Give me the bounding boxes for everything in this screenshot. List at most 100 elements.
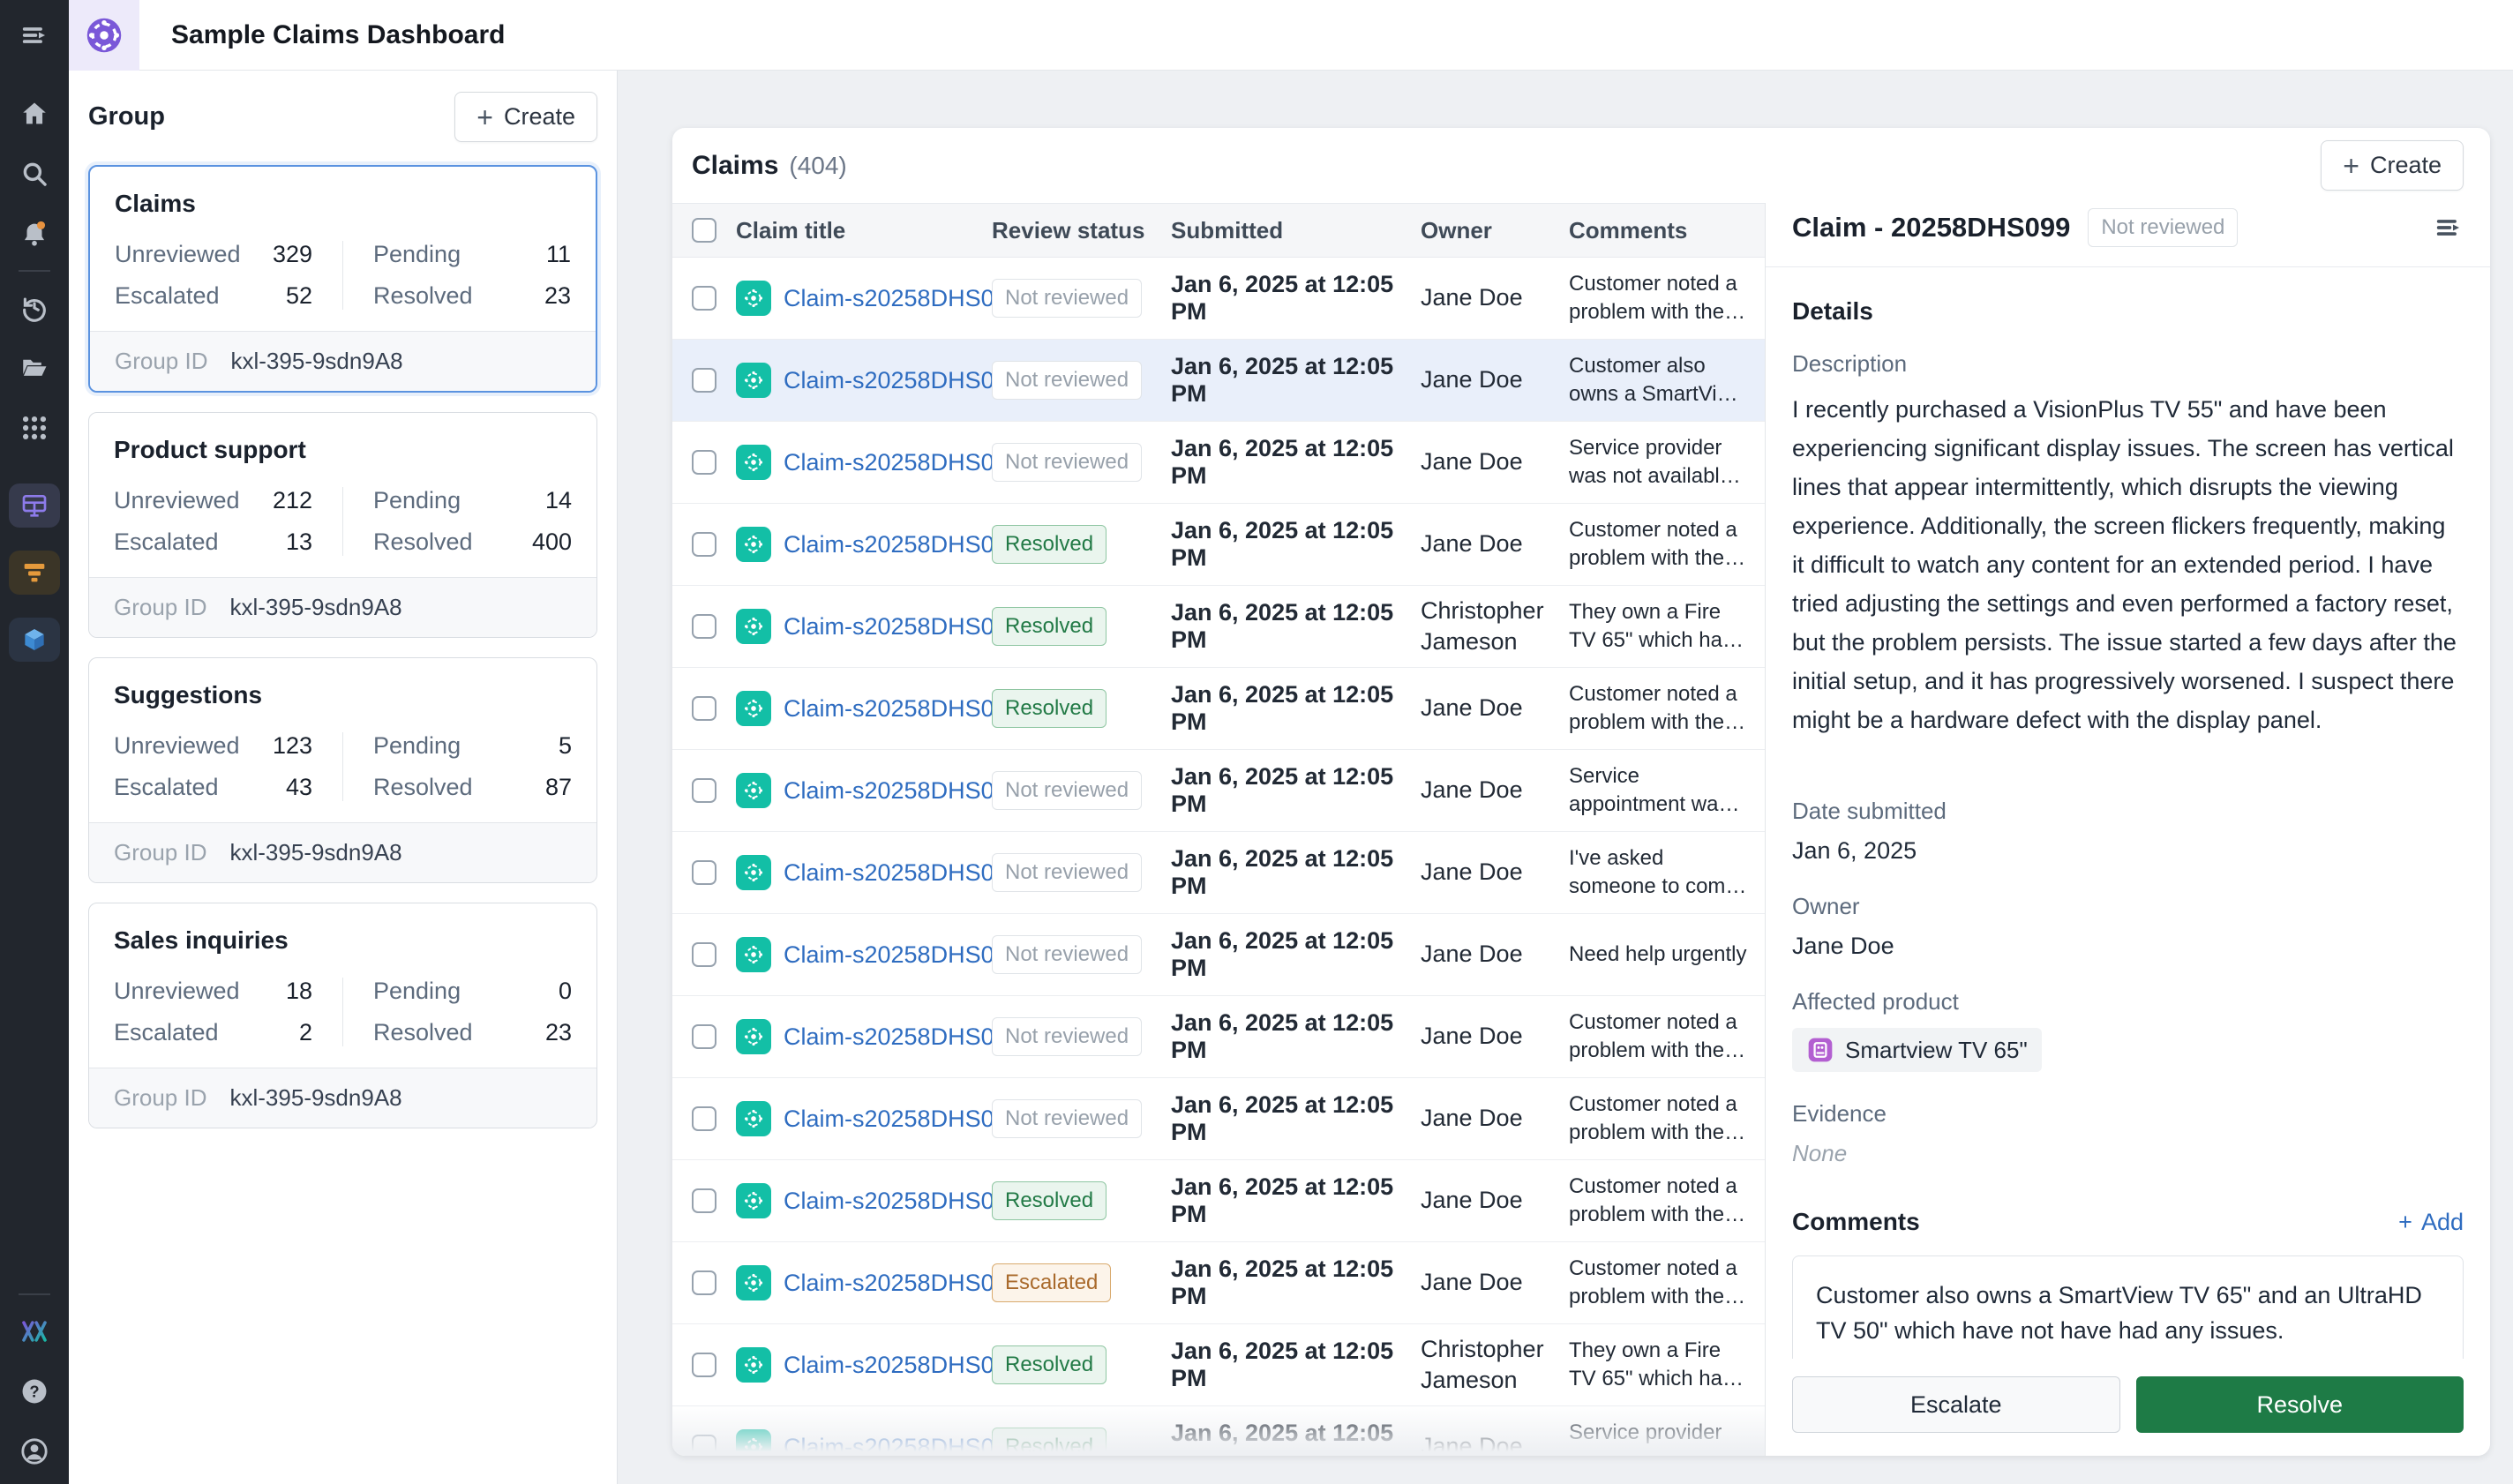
comment-cell: Customer also owns a SmartView TV 65" an… [1569, 352, 1765, 409]
claim-title-link[interactable]: Claim-s20258DHS098 [784, 613, 992, 641]
table-row[interactable]: Claim-s20258DHS098 Resolved Jan 6, 2025 … [672, 586, 1765, 668]
resolve-button[interactable]: Resolve [2136, 1376, 2464, 1433]
row-checkbox[interactable] [692, 942, 716, 967]
group-card-sales-inquiries[interactable]: Sales inquiries Unreviewed18 Escalated2 … [88, 903, 597, 1128]
claim-icon [736, 1183, 771, 1218]
table-row[interactable]: Claim-s20258DHS098 Resolved Jan 6, 2025 … [672, 1324, 1765, 1406]
claim-title-link[interactable]: Claim-s20258DHS098 [784, 285, 992, 312]
row-checkbox[interactable] [692, 1106, 716, 1131]
sidebar-toggle-icon[interactable] [14, 15, 55, 56]
stat-label: Escalated [114, 528, 219, 556]
table-row[interactable]: Claim-s20258DHS098 Not reviewed Jan 6, 2… [672, 258, 1765, 340]
files-icon[interactable] [14, 348, 55, 388]
funnel-icon[interactable] [9, 551, 60, 595]
search-icon[interactable] [14, 154, 55, 194]
claim-title-link[interactable]: Claim-s20258DHS098 [784, 1106, 992, 1133]
plus-icon: + [2343, 155, 2359, 176]
claim-title-link[interactable]: Claim-s20258DHS098 [784, 1270, 992, 1297]
account-icon[interactable] [14, 1431, 55, 1472]
row-checkbox[interactable] [692, 286, 716, 311]
table-row[interactable]: Claim-s20258DHS098 Escalated Jan 6, 2025… [672, 1242, 1765, 1324]
row-checkbox[interactable] [692, 1024, 716, 1049]
page-title: Sample Claims Dashboard [171, 20, 505, 50]
table-row-selected[interactable]: Claim-s20258DHS098 Not reviewed Jan 6, 2… [672, 340, 1765, 422]
group-card-suggestions[interactable]: Suggestions Unreviewed123 Escalated43 Pe… [88, 657, 597, 883]
claim-title-link[interactable]: Claim-s20258DHS098 [784, 859, 992, 887]
description-text: I recently purchased a VisionPlus TV 55"… [1792, 390, 2463, 739]
row-checkbox[interactable] [692, 860, 716, 885]
row-checkbox[interactable] [692, 368, 716, 393]
claims-card: Claims(404) + Create Claim title [672, 128, 2490, 1456]
row-checkbox[interactable] [692, 450, 716, 475]
dashboard-icon[interactable] [9, 483, 60, 528]
claim-icon [736, 855, 771, 890]
row-checkbox[interactable] [692, 1270, 716, 1295]
row-checkbox[interactable] [692, 696, 716, 721]
owner-cell: Jane Doe [1421, 939, 1569, 970]
table-row[interactable]: Claim-s20258DHS098 Not reviewed Jan 6, 2… [672, 750, 1765, 832]
claim-icon [736, 1429, 771, 1456]
claim-title-link[interactable]: Claim-s20258DHS098 [784, 531, 992, 558]
column-header-review-status[interactable]: Review status [992, 217, 1171, 244]
affected-product-chip[interactable]: Smartview TV 65" [1792, 1028, 2042, 1072]
row-checkbox[interactable] [692, 532, 716, 557]
row-checkbox[interactable] [692, 1188, 716, 1213]
select-all-checkbox[interactable] [692, 218, 716, 243]
claim-title-link[interactable]: Claim-s20258DHS098 [784, 1188, 992, 1215]
table-row[interactable]: Claim-s20258DHS098 Resolved Jan 6, 2025 … [672, 668, 1765, 750]
table-row[interactable]: Claim-s20258DHS098 Resolved Jan 6, 2025 … [672, 1160, 1765, 1242]
owner-cell: Jane Doe [1421, 1021, 1569, 1052]
claim-title-link[interactable]: Claim-s20258DHS098 [784, 449, 992, 476]
stat-label: Escalated [114, 774, 219, 801]
collapse-panel-icon[interactable] [2434, 213, 2464, 243]
stat-label: Escalated [114, 1019, 219, 1046]
claim-title-link[interactable]: Claim-s20258DHS098 [784, 1023, 992, 1051]
group-card-product-support[interactable]: Product support Unreviewed212 Escalated1… [88, 412, 597, 638]
add-comment-button[interactable]: + Add [2398, 1209, 2464, 1236]
column-header-comments[interactable]: Comments [1569, 217, 1765, 244]
claim-icon [736, 1101, 771, 1136]
app-logo[interactable] [69, 0, 139, 71]
group-card-claims[interactable]: Claims Unreviewed329 Escalated52 Pending… [88, 165, 597, 393]
row-checkbox[interactable] [692, 1353, 716, 1377]
claim-icon [736, 1265, 771, 1300]
row-checkbox[interactable] [692, 778, 716, 803]
table-row[interactable]: Claim-s20258DHS098 Resolved Jan 6, 2025 … [672, 1406, 1765, 1456]
claims-count: (404) [789, 152, 846, 179]
status-badge: Not reviewed [992, 1017, 1142, 1056]
claim-icon [736, 691, 771, 726]
claim-title-link[interactable]: Claim-s20258DHS098 [784, 1352, 992, 1379]
submitted-cell: Jan 6, 2025 at 12:05 PM [1171, 1420, 1421, 1456]
notifications-icon[interactable] [14, 214, 55, 254]
claim-title-link[interactable]: Claim-s20258DHS098 [784, 777, 992, 805]
column-header-owner[interactable]: Owner [1421, 217, 1569, 244]
affected-product-label: Affected product [1792, 988, 2464, 1016]
row-checkbox[interactable] [692, 614, 716, 639]
column-header-submitted[interactable]: Submitted [1171, 217, 1421, 244]
status-badge: Resolved [992, 689, 1106, 728]
table-row[interactable]: Claim-s20258DHS098 Resolved Jan 6, 2025 … [672, 504, 1765, 586]
owner-cell: Jane Doe [1421, 364, 1569, 395]
table-row[interactable]: Claim-s20258DHS098 Not reviewed Jan 6, 2… [672, 914, 1765, 996]
claim-title-link[interactable]: Claim-s20258DHS098 [784, 695, 992, 723]
claim-title-link[interactable]: Claim-s20258DHS098 [784, 1434, 992, 1457]
apps-grid-icon[interactable] [14, 408, 55, 448]
column-header-claim-title[interactable]: Claim title [736, 217, 992, 244]
help-icon[interactable]: ? [14, 1371, 55, 1412]
row-checkbox[interactable] [692, 1435, 716, 1456]
home-icon[interactable] [14, 94, 55, 134]
group-create-button[interactable]: + Create [454, 92, 597, 142]
table-row[interactable]: Claim-s20258DHS098 Not reviewed Jan 6, 2… [672, 1078, 1765, 1160]
cube-icon[interactable] [9, 618, 60, 662]
brand-logo-icon[interactable] [14, 1311, 55, 1352]
escalate-button[interactable]: Escalate [1792, 1376, 2120, 1433]
claim-title-link[interactable]: Claim-s20258DHS098 [784, 367, 992, 394]
claim-create-button[interactable]: + Create [2321, 140, 2464, 191]
comment-cell: Customer noted a problem with the ele… [1569, 1008, 1765, 1066]
history-icon[interactable] [14, 288, 55, 328]
table-row[interactable]: Claim-s20258DHS098 Not reviewed Jan 6, 2… [672, 832, 1765, 914]
table-row[interactable]: Claim-s20258DHS098 Not reviewed Jan 6, 2… [672, 996, 1765, 1078]
table-row[interactable]: Claim-s20258DHS098 Not reviewed Jan 6, 2… [672, 422, 1765, 504]
stat-value: 11 [546, 241, 571, 268]
claim-title-link[interactable]: Claim-s20258DHS098 [784, 941, 992, 969]
